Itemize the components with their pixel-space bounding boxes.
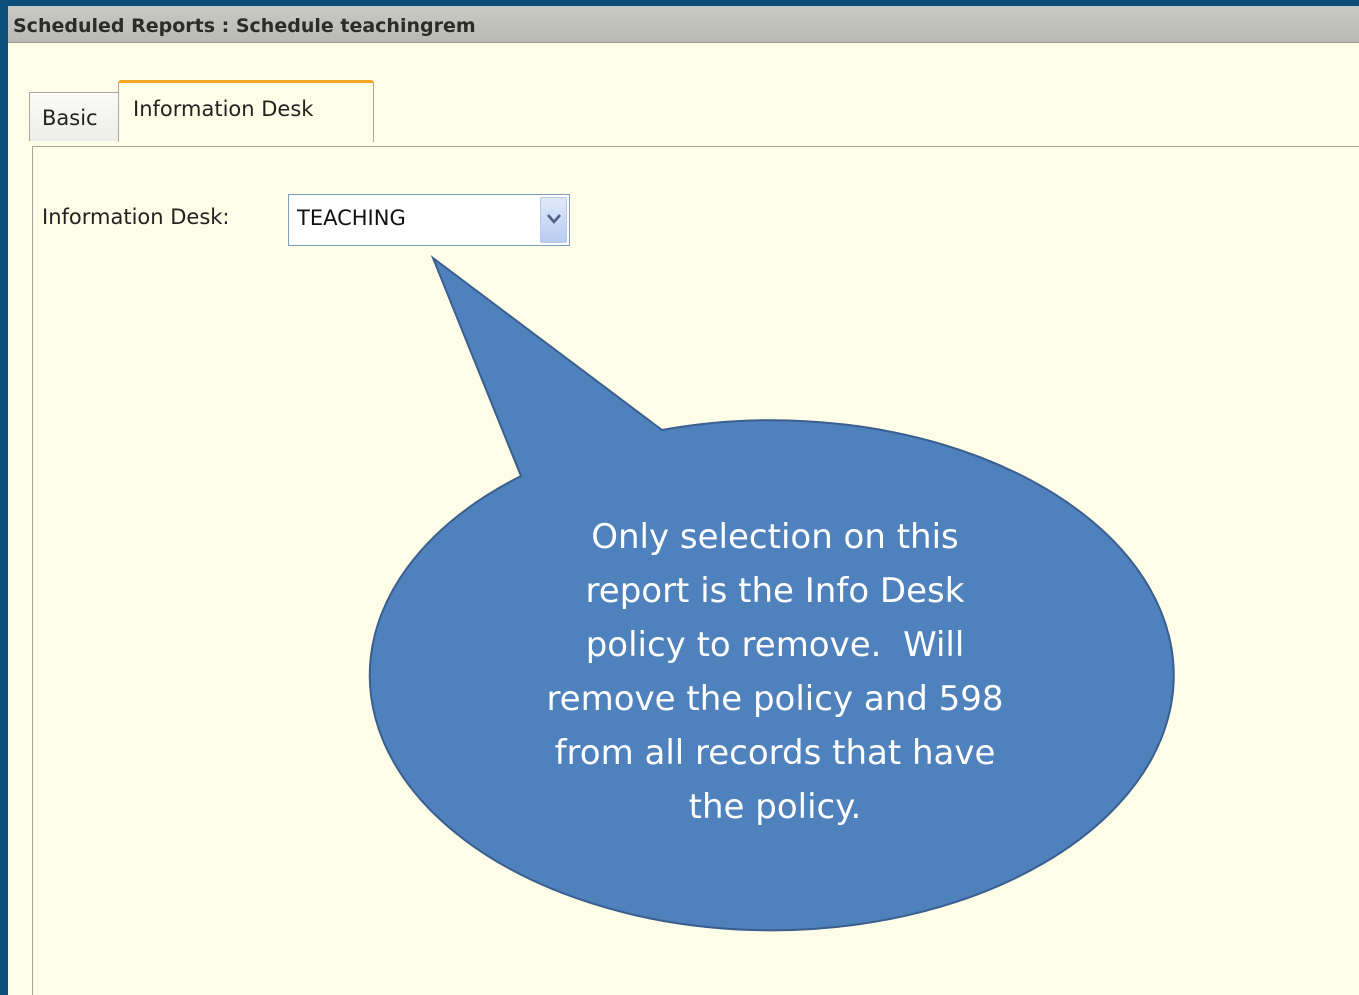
- information-desk-selected-value: TEACHING: [297, 206, 406, 230]
- dropdown-button[interactable]: [540, 197, 567, 243]
- active-tab-joiner: [119, 139, 373, 143]
- window-titlebar: Scheduled Reports : Schedule teachingrem: [8, 6, 1359, 43]
- window-title: Scheduled Reports : Schedule teachingrem: [13, 15, 476, 37]
- callout-line: Only selection on this: [591, 517, 959, 557]
- callout-line: report is the Info Desk: [585, 571, 965, 611]
- tab-information-desk-label: Information Desk: [133, 97, 314, 121]
- report-window: Scheduled Reports : Schedule teachingrem: [8, 6, 1359, 995]
- tab-basic-label: Basic: [42, 106, 98, 130]
- information-desk-label: Information Desk:: [42, 205, 230, 229]
- tab-basic[interactable]: Basic: [29, 92, 119, 141]
- callout-line: policy to remove. Will: [585, 625, 965, 665]
- chevron-down-icon: [547, 214, 561, 224]
- callout-text: Only selection on this report is the Inf…: [470, 510, 1080, 834]
- callout-line: from all records that have: [554, 733, 996, 773]
- callout-line: the policy.: [688, 787, 862, 827]
- callout-line: remove the policy and 598: [546, 679, 1004, 719]
- tab-information-desk[interactable]: Information Desk: [118, 80, 374, 142]
- information-desk-select[interactable]: TEACHING: [288, 194, 570, 246]
